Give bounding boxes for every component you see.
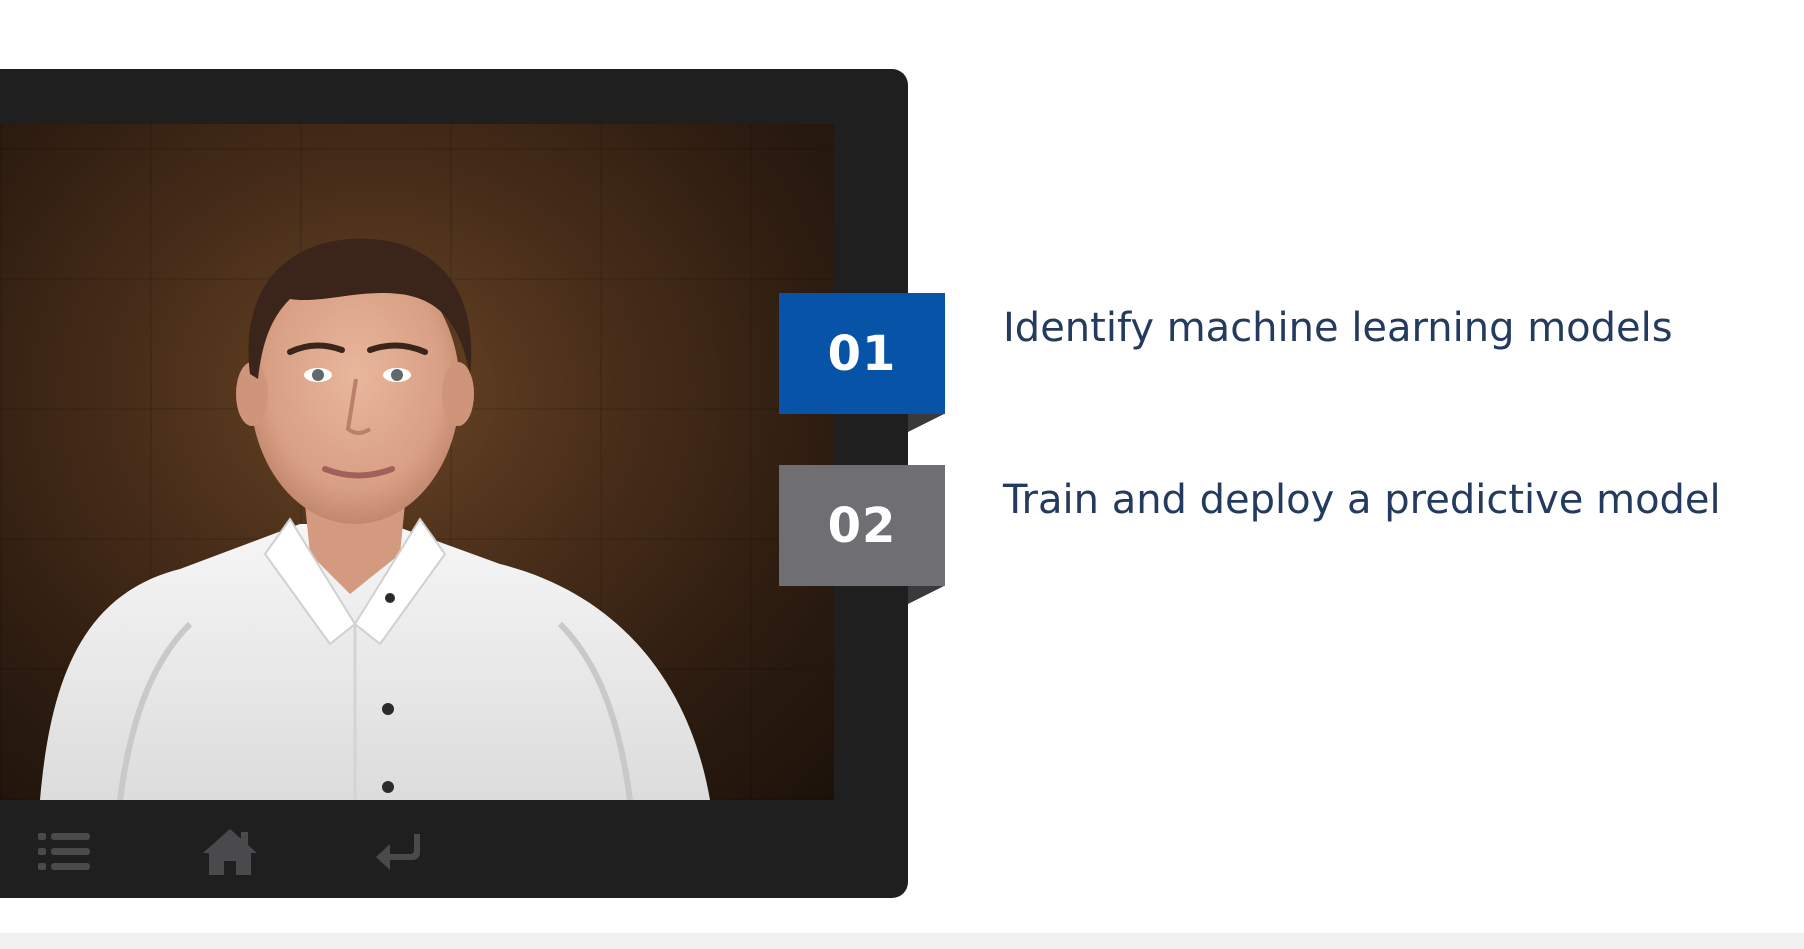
menu-button[interactable] (32, 824, 96, 880)
video-player-frame (0, 69, 908, 898)
return-arrow-icon (376, 834, 420, 870)
presenter-video-frame (40, 238, 710, 800)
agenda-item-label: Identify machine learning models (1003, 305, 1673, 351)
agenda-number-badge: 02 (779, 465, 945, 586)
badge-fold-2 (908, 586, 944, 604)
player-toolbar (0, 804, 908, 898)
home-icon (203, 829, 257, 875)
agenda-item-1: 01 Identify machine learning models (779, 293, 1779, 433)
agenda-item-label: Train and deploy a predictive model (1003, 477, 1721, 523)
agenda-number-badge: 01 (779, 293, 945, 414)
badge-fold-1 (908, 414, 944, 432)
agenda-item-2: 02 Train and deploy a predictive model (779, 465, 1779, 605)
lesson-slide: 01 Identify machine learning models 02 T… (0, 0, 1804, 949)
list-icon (38, 833, 90, 870)
bottom-strip (0, 933, 1804, 949)
back-button[interactable] (366, 824, 430, 880)
home-button[interactable] (198, 824, 262, 880)
video-screen[interactable] (0, 124, 834, 800)
